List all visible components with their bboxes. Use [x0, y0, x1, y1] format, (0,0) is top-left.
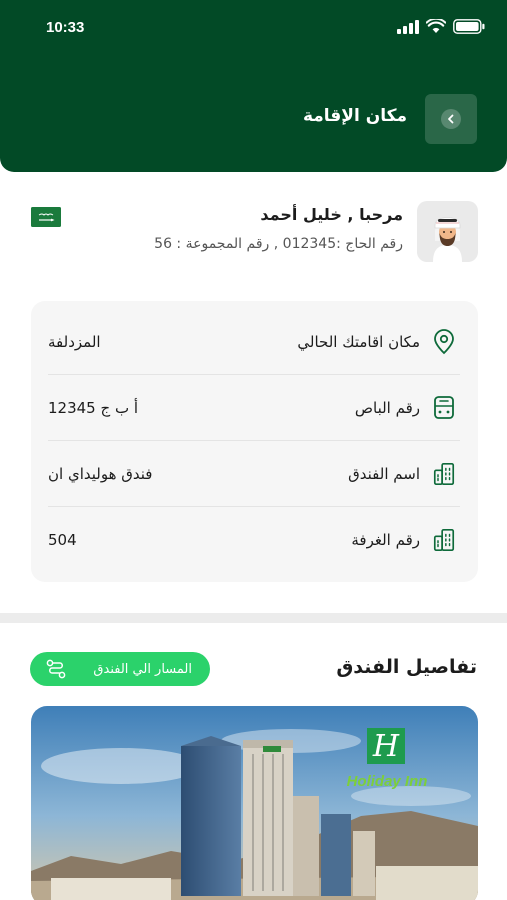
building-icon — [433, 463, 455, 485]
info-label: رقم الباص — [354, 399, 420, 417]
building-icon — [433, 529, 455, 551]
info-row-hotel-name: اسم الفندق فندق هوليداي ان — [48, 441, 460, 507]
info-row-room-number: رقم الغرفة 504 — [48, 507, 460, 573]
app-header: 10:33 مكان الإقامة — [0, 0, 507, 172]
hotel-logo-text: Holiday Inn — [347, 773, 428, 790]
residence-info-card: مكان اقامتك الحالي المزدلفة رقم الباص أ … — [31, 301, 478, 582]
info-value: أ ب ج 12345 — [48, 399, 138, 417]
avatar — [417, 201, 478, 262]
info-row-current-location: مكان اقامتك الحالي المزدلفة — [48, 309, 460, 375]
info-value: المزدلفة — [48, 333, 101, 351]
info-row-bus-number: رقم الباص أ ب ج 12345 — [48, 375, 460, 441]
hotel-details-title: تفاصيل الفندق — [336, 656, 477, 678]
status-time: 10:33 — [46, 19, 85, 36]
route-button-label: المسار الي الفندق — [93, 661, 192, 677]
pilgrim-group-info: رقم الحاج :012345 , رقم المجموعة : 56 — [154, 236, 403, 252]
info-label: مكان اقامتك الحالي — [297, 333, 420, 351]
wifi-icon — [426, 19, 446, 33]
info-label: رقم الغرفة — [351, 531, 420, 549]
section-separator — [0, 613, 507, 623]
status-icons — [397, 19, 485, 34]
bus-icon — [434, 396, 454, 419]
hotel-image: H Holiday Inn — [31, 706, 478, 900]
back-button[interactable] — [425, 94, 477, 144]
svg-text:H: H — [372, 729, 400, 764]
location-pin-icon — [434, 329, 454, 355]
route-icon — [46, 659, 66, 679]
info-label: اسم الفندق — [348, 465, 420, 483]
info-value: 504 — [48, 531, 77, 549]
greeting-text: مرحبا , خليل أحمد — [260, 205, 403, 224]
signal-icon — [397, 19, 419, 34]
saudi-flag-icon — [31, 207, 61, 227]
page-title: مكان الإقامة — [302, 106, 407, 126]
route-to-hotel-button[interactable]: المسار الي الفندق — [30, 652, 210, 686]
chevron-left-icon — [441, 109, 461, 129]
battery-icon — [453, 19, 485, 34]
info-value: فندق هوليداي ان — [48, 465, 153, 483]
